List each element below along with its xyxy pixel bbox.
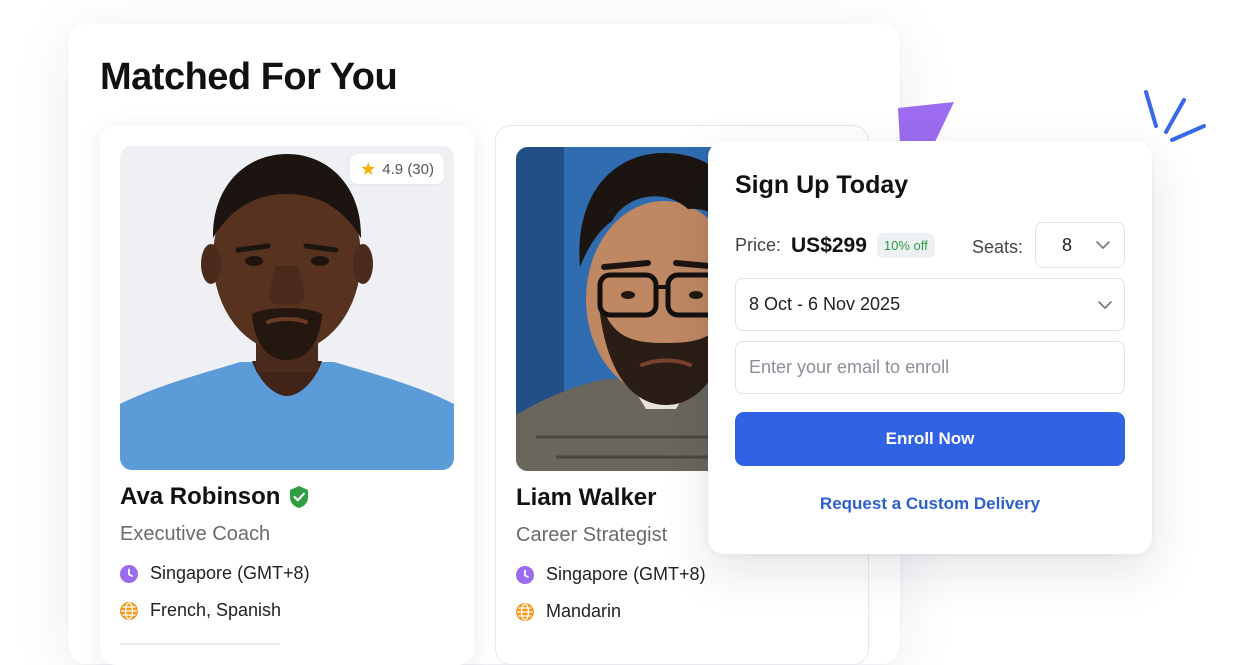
coach-timezone-row: Singapore (GMT+8) [516, 564, 706, 585]
verified-icon [290, 486, 309, 508]
coach-name-row: Liam Walker [516, 484, 657, 512]
coach-name: Liam Walker [516, 484, 657, 511]
clock-icon [516, 565, 534, 584]
coach-languages-row: Mandarin [516, 601, 621, 622]
price-label: Price: [735, 235, 782, 255]
rating-badge: ★ 4.9 (30) [350, 154, 444, 184]
coach-role: Executive Coach [120, 523, 271, 545]
coach-languages-row: French, Spanish [120, 600, 281, 621]
clock-icon [120, 564, 138, 583]
coach-languages: French, Spanish [150, 600, 282, 620]
seats-select[interactable]: 8 [1035, 222, 1125, 268]
chevron-down-icon [1096, 241, 1110, 249]
coach-timezone-row: Singapore (GMT+8) [120, 563, 310, 584]
seats-value: 8 [1062, 234, 1073, 255]
coach-timezone: Singapore (GMT+8) [150, 563, 310, 583]
signup-panel: Sign Up Today Price: US$299 10% off Seat… [708, 141, 1152, 554]
sparkle-lines-decoration [1144, 90, 1206, 142]
coach-role: Career Strategist [516, 524, 668, 546]
coach-name: Ava Robinson [120, 483, 281, 510]
enroll-now-button[interactable]: Enroll Now [735, 412, 1125, 466]
signup-title: Sign Up Today [735, 171, 909, 199]
seats-label: Seats: [972, 237, 1024, 257]
discount-badge: 10% off [876, 233, 935, 258]
email-input[interactable] [735, 341, 1125, 394]
purple-triangle-decoration [898, 102, 954, 144]
coach-card-ava[interactable]: ★ 4.9 (30) Ava Robinson Executive Coach … [100, 125, 474, 665]
rating-text: 4.9 (30) [382, 160, 434, 178]
request-custom-delivery-link[interactable]: Request a Custom Delivery [735, 494, 1125, 514]
card-divider [120, 643, 280, 645]
date-range-select[interactable]: 8 Oct - 6 Nov 2025 [735, 278, 1125, 331]
star-icon: ★ [360, 159, 377, 179]
price-row: Price: US$299 10% off [735, 233, 935, 258]
chevron-down-icon [1098, 300, 1112, 309]
coach-timezone: Singapore (GMT+8) [546, 564, 706, 584]
date-range-value: 8 Oct - 6 Nov 2025 [749, 294, 901, 314]
globe-icon [516, 602, 534, 621]
globe-icon [120, 601, 138, 620]
price-value: US$299 [791, 233, 867, 257]
coach-languages: Mandarin [546, 601, 622, 621]
coach-name-row: Ava Robinson [120, 483, 310, 511]
coach-photo-ava: ★ 4.9 (30) [120, 146, 454, 470]
page-title: Matched For You [100, 56, 398, 98]
